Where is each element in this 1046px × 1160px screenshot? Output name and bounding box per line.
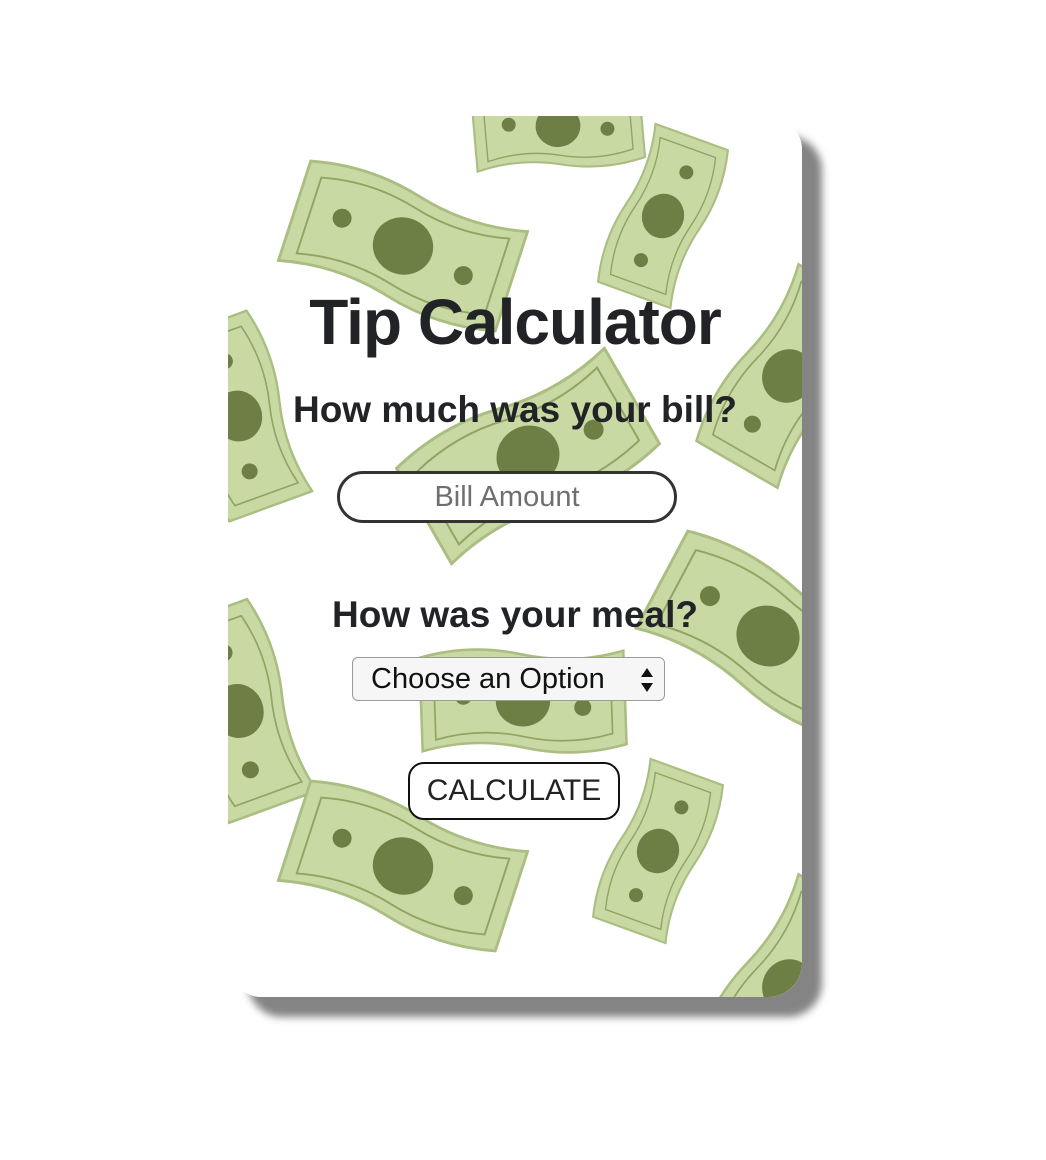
calculate-button[interactable]: CALCULATE bbox=[408, 762, 620, 820]
page: Tip Calculator How much was your bill? H… bbox=[0, 0, 1046, 1160]
page-title: Tip Calculator bbox=[309, 286, 722, 358]
tip-calculator-card: Tip Calculator How much was your bill? H… bbox=[228, 116, 802, 997]
meal-rating-select[interactable]: Choose an Option bbox=[352, 657, 665, 701]
meal-rating-selected-value: Choose an Option bbox=[371, 663, 605, 695]
meal-question-label: How was your meal? bbox=[332, 594, 698, 635]
card-content: Tip Calculator How much was your bill? H… bbox=[228, 116, 802, 997]
bill-question-label: How much was your bill? bbox=[292, 389, 738, 430]
select-up-down-arrows-icon bbox=[641, 668, 653, 692]
bill-amount-input[interactable] bbox=[337, 471, 677, 523]
